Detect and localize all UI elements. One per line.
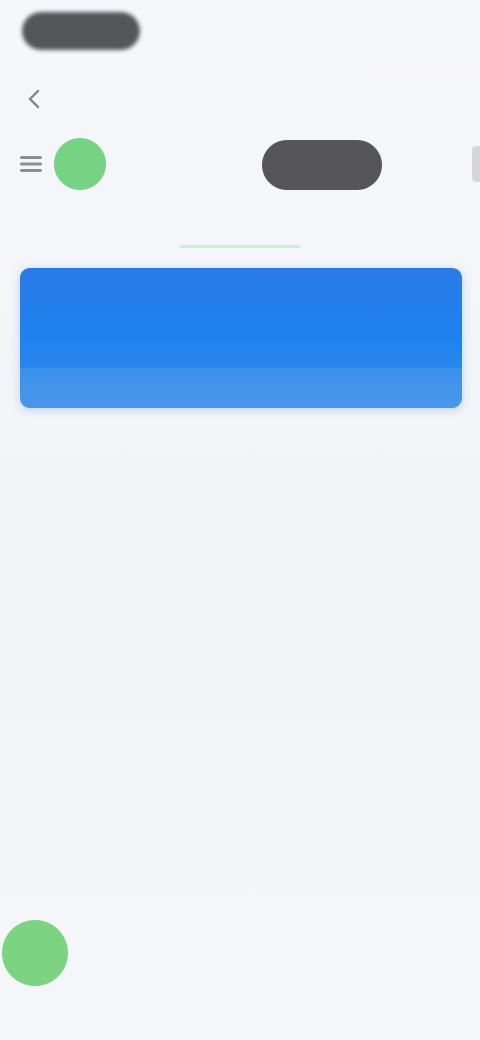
tab-3[interactable]	[320, 212, 480, 252]
info-row	[32, 698, 448, 754]
app-screen	[0, 0, 480, 1040]
article	[32, 440, 448, 456]
info-grid	[32, 586, 448, 862]
info-row	[32, 754, 448, 862]
bottom-bar	[0, 960, 480, 1004]
status-bar	[0, 0, 480, 62]
dynamic-island	[22, 12, 140, 50]
edge-handle[interactable]	[472, 146, 480, 182]
chevron-left-icon[interactable]	[24, 88, 46, 110]
promo-banner[interactable]	[20, 268, 462, 408]
info-row	[32, 642, 448, 698]
status-indicator[interactable]	[54, 138, 106, 190]
info-row	[32, 586, 448, 642]
banner-glow	[20, 368, 462, 408]
tab-2[interactable]	[160, 212, 320, 252]
filter-chip[interactable]	[262, 140, 382, 190]
tab-1[interactable]	[0, 212, 160, 252]
nav-header	[0, 78, 480, 124]
toolbar	[0, 132, 480, 196]
menu-icon[interactable]	[18, 152, 44, 176]
tab-bar	[0, 212, 480, 252]
banner-row	[20, 290, 462, 346]
